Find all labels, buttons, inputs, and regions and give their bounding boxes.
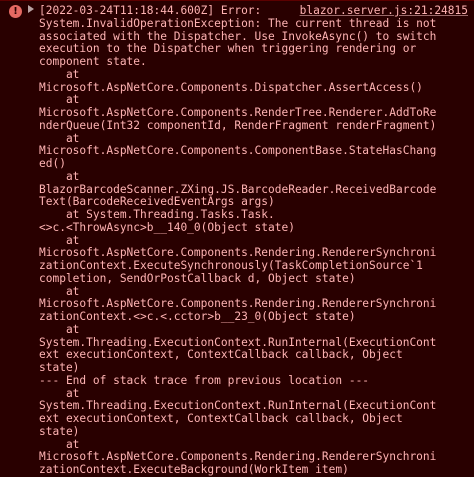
expand-triangle-icon[interactable] — [28, 5, 34, 13]
message-line: component state. — [39, 55, 147, 68]
message-line: [2022-03-24T11:18:44.600Z] Error: — [39, 4, 262, 17]
message-line: at — [39, 437, 80, 451]
message-line: at System.Threading.Tasks.Task. — [39, 208, 275, 221]
message-line: Microsoft.AspNetCore.Components.Dispatch… — [39, 80, 423, 94]
message-line: at — [39, 233, 80, 247]
message-line: at — [39, 386, 80, 400]
message-line: Microsoft.AspNetCore.Components.Renderin… — [39, 450, 437, 464]
message-line: associated with the Dispatcher. Use Invo… — [39, 29, 437, 43]
message-line: nderQueue(Int32 componentId, RenderFragm… — [39, 118, 437, 132]
message-line: at — [39, 322, 80, 336]
message-line: at — [39, 169, 80, 183]
message-line: zationContext.<>c.<.cctor>b__23_0(Object… — [39, 310, 356, 323]
message-line: Microsoft.AspNetCore.Components.Renderin… — [39, 297, 437, 311]
message-line: ext executionContext, ContextCallback ca… — [39, 412, 403, 425]
message-line: zationContext.ExecuteSynchronously(TaskC… — [39, 259, 423, 272]
message-line: BlazorBarcodeScanner.ZXing.JS.BarcodeRea… — [39, 182, 437, 196]
message-line: Microsoft.AspNetCore.Components.Componen… — [39, 144, 437, 158]
message-line: --- End of stack trace from previous loc… — [39, 373, 370, 387]
console-error-message: ! blazor.server.js:21:24815 [2022-03-24T… — [0, 0, 474, 476]
message-line: System.Threading.ExecutionContext.RunInt… — [39, 399, 437, 413]
message-line: Microsoft.AspNetCore.Components.Renderin… — [39, 246, 437, 260]
message-line: zationContext.ExecuteBackground(WorkItem… — [39, 463, 349, 476]
message-line: state) — [39, 424, 80, 438]
message-line: at — [39, 284, 80, 298]
message-line: System.InvalidOperationException: The cu… — [39, 16, 437, 30]
message-line: completion, SendOrPostCallback d, Object… — [39, 271, 356, 285]
message-line: execution to the Dispatcher when trigger… — [39, 42, 417, 56]
message-line: at — [39, 67, 80, 81]
message-line: Microsoft.AspNetCore.Components.RenderTr… — [39, 106, 437, 119]
error-message-text: [2022-03-24T11:18:44.600Z] Error: System… — [39, 4, 436, 477]
message-line: <>c.<ThrowAsync>b__140_0(Object state) — [39, 220, 295, 234]
message-line: at — [39, 131, 80, 145]
message-line: state) — [39, 361, 80, 374]
message-line: ext executionContext, ContextCallback ca… — [39, 348, 403, 362]
message-line: ed() — [39, 157, 66, 170]
message-line: at — [39, 93, 80, 107]
message-line: Text(BarcodeReceivedEventArgs args) — [39, 195, 275, 209]
error-circle-icon: ! — [9, 5, 22, 18]
message-line: System.Threading.ExecutionContext.RunInt… — [39, 335, 437, 349]
